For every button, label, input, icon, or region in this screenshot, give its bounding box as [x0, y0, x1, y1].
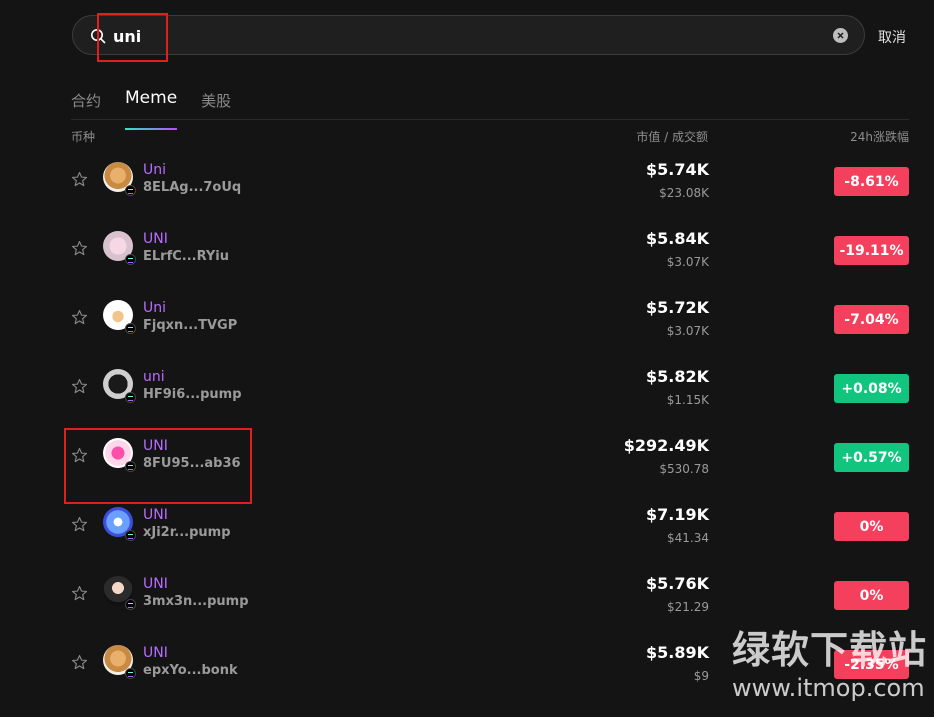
- favorite-star-icon[interactable]: [71, 516, 88, 533]
- change-24h-badge: 0%: [834, 581, 909, 610]
- token-row[interactable]: UNI 8FU95...ab36 $292.49K $530.78 +0.57%: [71, 426, 910, 495]
- token-address: 8ELAg...7oUq: [143, 180, 242, 195]
- token-name: UNI: [143, 576, 168, 592]
- tab-meme[interactable]: Meme: [125, 88, 178, 130]
- search-bar[interactable]: [72, 15, 865, 55]
- trading-volume: $9: [693, 669, 709, 683]
- token-row[interactable]: UNI 3mx3n...pump $5.76K $21.29 0%: [71, 564, 910, 633]
- favorite-star-icon[interactable]: [71, 585, 88, 602]
- trading-volume: $41.34: [667, 531, 709, 545]
- tabs-divider: [71, 119, 909, 120]
- token-row[interactable]: UNI ELrfC...RYiu $5.84K $3.07K -19.11%: [71, 219, 910, 288]
- market-cap: $7.19K: [645, 505, 709, 524]
- column-header-coin: 币种: [71, 130, 96, 144]
- solana-chain-icon: [125, 461, 136, 472]
- token-row[interactable]: uni HF9i6...pump $5.82K $1.15K +0.08%: [71, 357, 910, 426]
- solana-chain-icon: [125, 668, 136, 679]
- solana-chain-icon: [125, 185, 136, 196]
- token-address: epxYo...bonk: [143, 663, 238, 678]
- change-24h-badge: +0.08%: [834, 374, 909, 403]
- change-24h-badge: -7.04%: [834, 305, 909, 334]
- category-tabs: 合约 Meme 美股: [71, 88, 255, 130]
- trading-volume: $3.07K: [666, 324, 709, 338]
- token-name: UNI: [143, 438, 168, 454]
- trading-volume: $530.78: [659, 462, 709, 476]
- token-row[interactable]: Uni Fjqxn...TVGP $5.72K $3.07K -7.04%: [71, 288, 910, 357]
- cancel-button[interactable]: 取消: [878, 27, 906, 47]
- trading-volume: $3.07K: [666, 255, 709, 269]
- search-icon: [91, 29, 106, 44]
- favorite-star-icon[interactable]: [71, 378, 88, 395]
- active-tab-indicator: [125, 128, 178, 130]
- change-24h-badge: 0%: [834, 512, 909, 541]
- tab-contract[interactable]: 合约: [71, 90, 101, 120]
- favorite-star-icon[interactable]: [71, 309, 88, 326]
- change-24h-badge: -19.11%: [834, 236, 909, 265]
- token-address: HF9i6...pump: [143, 387, 242, 402]
- favorite-star-icon[interactable]: [71, 447, 88, 464]
- change-24h-badge: +0.57%: [834, 443, 909, 472]
- solana-chain-icon: [125, 530, 136, 541]
- market-cap: $292.49K: [623, 436, 709, 455]
- solana-chain-icon: [125, 323, 136, 334]
- column-header-mcap-volume: 市值 / 成交额: [636, 130, 708, 144]
- clear-search-icon[interactable]: [833, 28, 848, 43]
- watermark-title: 绿软下载站: [732, 628, 928, 672]
- tab-meme-label: Meme: [125, 88, 178, 108]
- token-address: xJi2r...pump: [143, 525, 231, 540]
- token-address: 3mx3n...pump: [143, 594, 249, 609]
- token-address: Fjqxn...TVGP: [143, 318, 238, 333]
- search-input[interactable]: [113, 24, 813, 48]
- market-cap: $5.72K: [645, 298, 709, 317]
- change-24h-badge: -8.61%: [834, 167, 909, 196]
- token-name: UNI: [143, 507, 168, 523]
- token-row[interactable]: Uni 8ELAg...7oUq $5.74K $23.08K -8.61%: [71, 150, 910, 219]
- column-header-24h-change[interactable]: 24h涨跌幅: [850, 128, 909, 145]
- favorite-star-icon[interactable]: [71, 171, 88, 188]
- market-cap: $5.89K: [645, 643, 709, 662]
- watermark-url: www.itmop.com: [732, 674, 925, 702]
- market-cap: $5.74K: [645, 160, 709, 179]
- token-row[interactable]: UNI xJi2r...pump $7.19K $41.34 0%: [71, 495, 910, 564]
- solana-chain-icon: [125, 599, 136, 610]
- solana-chain-icon: [125, 254, 136, 265]
- trading-volume: $1.15K: [666, 393, 709, 407]
- solana-chain-icon: [125, 392, 136, 403]
- token-address: 8FU95...ab36: [143, 456, 241, 471]
- trading-volume: $23.08K: [659, 186, 709, 200]
- token-name: uni: [143, 369, 165, 385]
- market-cap: $5.84K: [645, 229, 709, 248]
- trading-volume: $21.29: [667, 600, 709, 614]
- token-name: UNI: [143, 645, 168, 661]
- tab-us-stocks[interactable]: 美股: [201, 90, 231, 120]
- token-address: ELrfC...RYiu: [143, 249, 230, 264]
- token-name: Uni: [143, 162, 167, 178]
- watermark: 绿软下载站 www.itmop.com: [732, 628, 927, 702]
- token-name: Uni: [143, 300, 167, 316]
- favorite-star-icon[interactable]: [71, 654, 88, 671]
- market-cap: $5.76K: [645, 574, 709, 593]
- favorite-star-icon[interactable]: [71, 240, 88, 257]
- token-name: UNI: [143, 231, 168, 247]
- market-cap: $5.82K: [645, 367, 709, 386]
